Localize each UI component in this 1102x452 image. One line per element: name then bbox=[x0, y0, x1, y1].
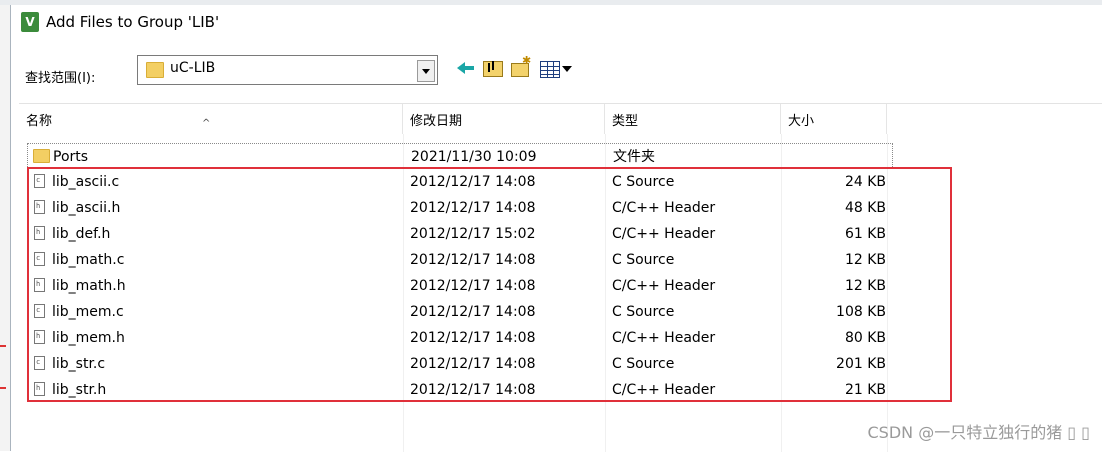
list-item-folder[interactable]: Ports 2021/11/30 10:09 文件夹 bbox=[27, 143, 893, 169]
keil-app-icon: V bbox=[21, 12, 39, 32]
red-annotation-box bbox=[27, 167, 952, 402]
toolbar: 查找范围(I): uC-LIB bbox=[11, 41, 1102, 103]
column-date[interactable]: 修改日期 bbox=[403, 104, 605, 134]
title-bar[interactable]: V Add Files to Group 'LIB' bbox=[11, 5, 1102, 41]
new-folder-icon[interactable] bbox=[510, 54, 532, 79]
column-name[interactable]: 名称 ^ bbox=[19, 104, 403, 134]
folder-icon bbox=[33, 149, 50, 163]
column-label: 类型 bbox=[612, 114, 639, 129]
folder-icon bbox=[146, 62, 164, 78]
watermark: CSDN @一只特立独行的猪 ▯ ▯ bbox=[867, 423, 1091, 442]
background-marker bbox=[0, 345, 6, 347]
column-label: 大小 bbox=[788, 114, 815, 129]
window-title: Add Files to Group 'LIB' bbox=[46, 13, 220, 31]
look-in-value: uC-LIB bbox=[170, 60, 216, 76]
column-size[interactable]: 大小 bbox=[781, 104, 887, 134]
column-header: 名称 ^ 修改日期 类型 大小 bbox=[19, 104, 1102, 134]
sort-up-icon: ^ bbox=[202, 118, 211, 129]
chevron-down-icon[interactable] bbox=[417, 60, 435, 82]
up-folder-icon[interactable] bbox=[482, 57, 504, 79]
view-menu-icon[interactable] bbox=[539, 57, 573, 79]
column-label: 名称 bbox=[26, 114, 53, 129]
back-icon[interactable] bbox=[455, 57, 477, 79]
look-in-dropdown[interactable]: uC-LIB bbox=[137, 55, 438, 85]
column-label: 修改日期 bbox=[410, 114, 463, 129]
column-type[interactable]: 类型 bbox=[605, 104, 781, 134]
background-marker bbox=[0, 387, 6, 389]
look-in-label: 查找范围(I): bbox=[25, 71, 96, 86]
